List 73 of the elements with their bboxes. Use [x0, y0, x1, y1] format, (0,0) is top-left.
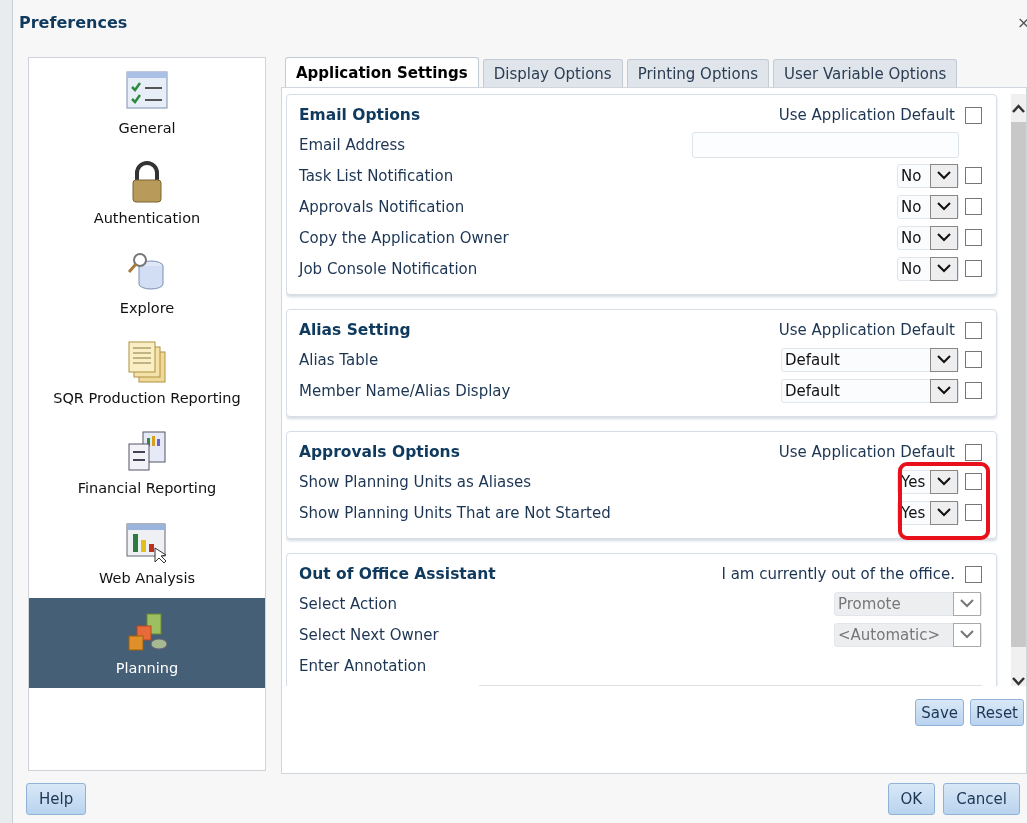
- section-title: Email Options: [299, 106, 421, 124]
- scroll-up-icon[interactable]: [1012, 103, 1025, 113]
- field-label: Alias Table: [299, 350, 379, 369]
- scrollbar[interactable]: [1011, 94, 1026, 686]
- sidebar-item[interactable]: Explore: [29, 238, 265, 328]
- checkbox[interactable]: [965, 565, 982, 583]
- select-field[interactable]: Yes: [897, 500, 959, 525]
- checkbox[interactable]: [965, 443, 982, 461]
- select-field[interactable]: No: [897, 225, 959, 250]
- category-icon: [125, 340, 169, 384]
- chevron-down-icon[interactable]: [930, 378, 958, 403]
- checkbox[interactable]: [965, 260, 982, 277]
- checkbox[interactable]: [965, 106, 982, 124]
- tab[interactable]: Application Settings: [285, 57, 479, 88]
- select-field[interactable]: No: [897, 163, 959, 188]
- field-label: Select Next Owner: [299, 625, 439, 644]
- chevron-down-icon[interactable]: [930, 194, 958, 219]
- checkbox-label: Use Application Default: [778, 321, 955, 339]
- checkbox[interactable]: [965, 321, 982, 339]
- field-label: Task List Notification: [299, 166, 454, 185]
- category-icon: [125, 610, 169, 654]
- field-label: Enter Annotation: [299, 656, 427, 675]
- sidebar-item[interactable]: Planning: [29, 598, 265, 688]
- checkbox-label: Use Application Default: [778, 443, 955, 461]
- sidebar-item[interactable]: SQR Production Reporting: [29, 328, 265, 418]
- field-label: Show Planning Units as Aliases: [299, 472, 532, 491]
- select-field[interactable]: Yes: [897, 469, 959, 494]
- field-label: Show Planning Units That are Not Started: [299, 503, 611, 522]
- section-title: Out of Office Assistant: [299, 565, 496, 583]
- action-button[interactable]: Save: [915, 699, 965, 726]
- window-title: Preferences: [19, 13, 128, 32]
- checkbox[interactable]: [965, 229, 982, 246]
- field-label: Member Name/Alias Display: [299, 381, 511, 400]
- checkbox-label: Use Application Default: [778, 106, 955, 124]
- select-field[interactable]: No: [897, 256, 959, 281]
- chevron-down-icon[interactable]: [930, 347, 958, 372]
- chevron-down-icon[interactable]: [930, 500, 958, 525]
- tab[interactable]: Display Options: [482, 59, 623, 87]
- category-icon: [125, 430, 169, 474]
- field-label: Select Action: [299, 594, 398, 613]
- field-label: Approvals Notification: [299, 197, 465, 216]
- sidebar-item[interactable]: General: [29, 58, 265, 148]
- sidebar-item[interactable]: Financial Reporting: [29, 418, 265, 508]
- chevron-down-icon[interactable]: [930, 256, 958, 281]
- select-field[interactable]: Default: [781, 378, 959, 403]
- dialog-button[interactable]: Cancel: [943, 783, 1020, 815]
- chevron-down-icon[interactable]: [930, 225, 958, 250]
- chevron-down-icon[interactable]: [930, 163, 958, 188]
- field-label: Copy the Application Owner: [299, 228, 509, 247]
- checkbox[interactable]: [965, 473, 982, 490]
- action-button[interactable]: Reset: [970, 699, 1024, 726]
- checkbox[interactable]: [965, 167, 982, 184]
- checkbox[interactable]: [965, 504, 982, 521]
- dialog-button[interactable]: OK: [887, 783, 936, 815]
- select-field[interactable]: Default: [781, 347, 959, 372]
- help-button[interactable]: Help: [26, 783, 87, 815]
- select-field[interactable]: No: [897, 194, 959, 219]
- tab[interactable]: Printing Options: [626, 59, 769, 87]
- section-title: Approvals Options: [299, 443, 460, 461]
- tab[interactable]: User Variable Options: [773, 59, 958, 87]
- checkbox-label: I am currently out of the office.: [721, 565, 955, 583]
- checkbox[interactable]: [965, 351, 982, 368]
- sidebar-item[interactable]: Authentication: [29, 148, 265, 238]
- field-label: Email Address: [299, 135, 406, 154]
- checkbox[interactable]: [965, 382, 982, 399]
- scroll-down-icon[interactable]: [1012, 677, 1025, 686]
- checkbox[interactable]: [965, 198, 982, 215]
- category-icon: [125, 520, 169, 564]
- section-title: Alias Setting: [299, 321, 411, 339]
- chevron-down-icon[interactable]: [930, 469, 958, 494]
- sidebar-item[interactable]: Web Analysis: [29, 508, 265, 598]
- email-field[interactable]: [692, 131, 959, 158]
- field-label: Job Console Notification: [299, 259, 478, 278]
